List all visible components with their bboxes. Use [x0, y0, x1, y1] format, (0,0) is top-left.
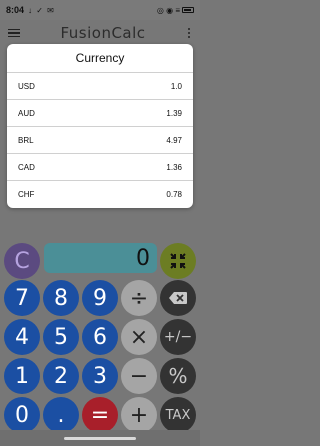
backspace-button[interactable] — [160, 280, 196, 316]
digit-2-button[interactable]: 2 — [43, 358, 79, 394]
digit-0-button[interactable]: 0 — [4, 397, 40, 433]
currency-row-cad[interactable]: CAD 1.36 — [7, 153, 193, 180]
decimal-point-button[interactable]: . — [43, 397, 79, 433]
currency-code: BRL — [18, 135, 34, 145]
plus-minus-button[interactable]: +/− — [160, 319, 196, 355]
app-bar: FusionCalc — [0, 20, 200, 46]
currency-row-chf[interactable]: CHF 0.78 — [7, 180, 193, 207]
hamburger-menu-icon[interactable] — [8, 28, 20, 38]
currency-code: CAD — [18, 162, 35, 172]
currency-rate: 0.78 — [166, 189, 182, 199]
digit-7-button[interactable]: 7 — [4, 280, 40, 316]
currency-sheet-title: Currency — [75, 51, 125, 65]
divide-button[interactable]: ÷ — [121, 280, 157, 316]
multiply-button[interactable]: × — [121, 319, 157, 355]
notification-icons: ↓ ✓ ✉ — [28, 5, 55, 15]
backspace-icon — [169, 292, 187, 304]
equals-button[interactable]: = — [82, 397, 118, 433]
currency-code: AUD — [18, 108, 35, 118]
system-icons: ◎ ◉ ≡ — [156, 5, 180, 15]
digit-3-button[interactable]: 3 — [82, 358, 118, 394]
fit-screen-button[interactable] — [160, 243, 196, 279]
currency-row-brl[interactable]: BRL 4.97 — [7, 126, 193, 153]
fit-screen-icon — [170, 253, 186, 269]
digit-4-button[interactable]: 4 — [4, 319, 40, 355]
calculator-keypad: C 0 7 8 9 ÷ 4 5 6 × +/− 1 2 3 − % 0 . = … — [0, 240, 200, 433]
currency-row-aud[interactable]: AUD 1.39 — [7, 99, 193, 126]
digit-6-button[interactable]: 6 — [82, 319, 118, 355]
battery-icon — [182, 7, 194, 13]
digit-8-button[interactable]: 8 — [43, 280, 79, 316]
currency-rate: 1.0 — [170, 81, 182, 91]
percent-button[interactable]: % — [160, 358, 196, 394]
digit-1-button[interactable]: 1 — [4, 358, 40, 394]
minus-button[interactable]: − — [121, 358, 157, 394]
system-status: ◎ ◉ ≡ — [157, 6, 194, 15]
status-time: 8:04 — [6, 5, 25, 15]
plus-button[interactable]: + — [121, 397, 157, 433]
currency-code: USD — [18, 81, 35, 91]
currency-rate: 1.36 — [166, 162, 182, 172]
tax-button[interactable]: TAX — [160, 397, 196, 433]
clear-button[interactable]: C — [4, 243, 40, 279]
currency-code: CHF — [18, 189, 35, 199]
system-nav-bar — [0, 430, 200, 446]
digit-9-button[interactable]: 9 — [82, 280, 118, 316]
digit-5-button[interactable]: 5 — [43, 319, 79, 355]
more-options-icon[interactable] — [186, 28, 192, 38]
currency-rate: 1.39 — [166, 108, 182, 118]
calculator-display: 0 — [44, 243, 157, 273]
app-title: FusionCalc — [60, 24, 146, 42]
status-bar: 8:04 ↓ ✓ ✉ ◎ ◉ ≡ — [0, 0, 200, 20]
currency-sheet: Currency USD 1.0 AUD 1.39 BRL 4.97 CAD 1… — [7, 44, 193, 208]
currency-rate: 4.97 — [166, 135, 182, 145]
home-gesture-handle[interactable] — [64, 437, 136, 440]
currency-row-usd[interactable]: USD 1.0 — [7, 72, 193, 99]
